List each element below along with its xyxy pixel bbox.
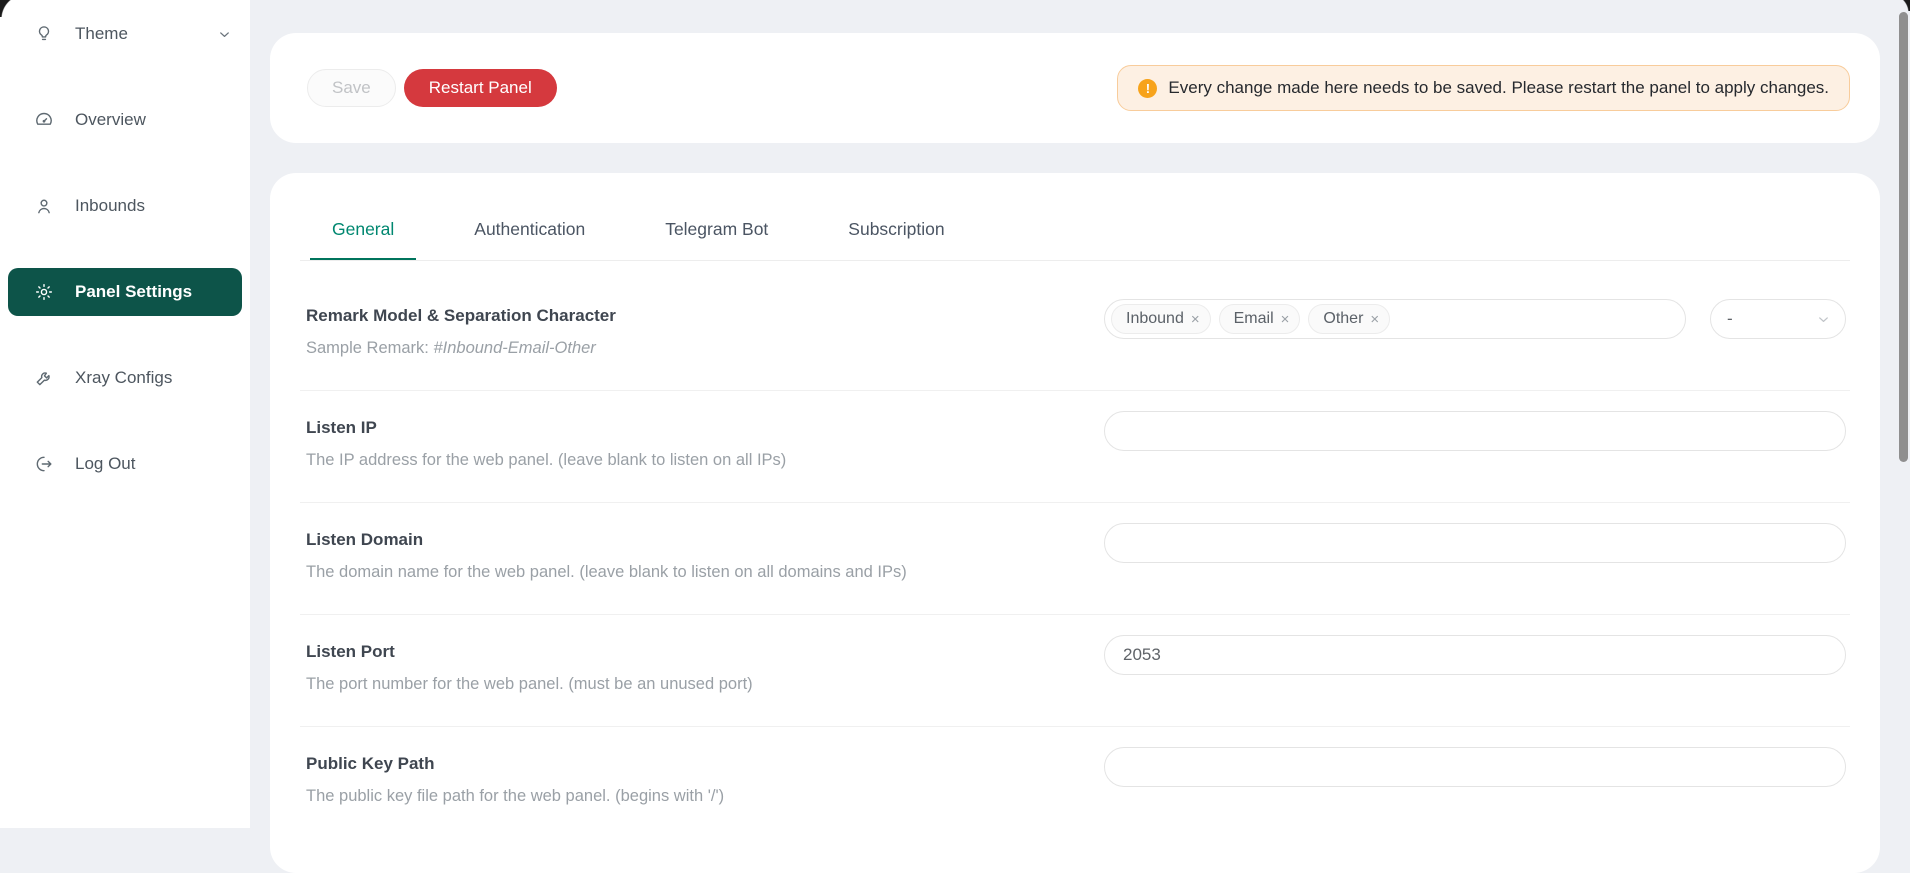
sidebar-item-log-out[interactable]: Log Out — [0, 440, 250, 488]
listen-ip-desc: The IP address for the web panel. (leave… — [306, 448, 1104, 472]
remark-model-title: Remark Model & Separation Character — [306, 305, 1104, 327]
main-content: Save Restart Panel ! Every change made h… — [250, 0, 1910, 828]
window-corner-top-left — [0, 0, 24, 17]
warning-text: Every change made here needs to be saved… — [1168, 78, 1829, 98]
listen-ip-title: Listen IP — [306, 417, 1104, 439]
row-listen-ip: Listen IP The IP address for the web pan… — [300, 391, 1850, 503]
vertical-scrollbar[interactable] — [1899, 12, 1908, 462]
public-key-path-desc: The public key file path for the web pan… — [306, 784, 1104, 808]
sidebar-item-label: Inbounds — [75, 196, 145, 216]
listen-domain-title: Listen Domain — [306, 529, 1104, 551]
chevron-down-icon — [217, 27, 232, 42]
sidebar-item-inbounds[interactable]: Inbounds — [0, 182, 250, 230]
sidebar-item-label: Log Out — [75, 454, 136, 474]
restart-warning-alert: ! Every change made here needs to be sav… — [1117, 65, 1850, 111]
tag-inbound: Inbound × — [1111, 304, 1211, 334]
tab-telegram-bot[interactable]: Telegram Bot — [643, 213, 790, 260]
listen-port-title: Listen Port — [306, 641, 1104, 663]
settings-tabs: General Authentication Telegram Bot Subs… — [300, 213, 1850, 261]
sidebar-item-label: Panel Settings — [75, 282, 192, 302]
window-corner-top-right — [1892, 0, 1910, 11]
tab-authentication[interactable]: Authentication — [452, 213, 607, 260]
gear-icon — [34, 282, 54, 302]
public-key-path-input[interactable] — [1104, 747, 1846, 787]
restart-panel-button[interactable]: Restart Panel — [404, 69, 557, 107]
warning-icon: ! — [1138, 79, 1157, 98]
listen-domain-input[interactable] — [1104, 523, 1846, 563]
sidebar-item-label: Theme — [75, 24, 128, 44]
row-listen-port: Listen Port The port number for the web … — [300, 615, 1850, 727]
public-key-path-title: Public Key Path — [306, 753, 1104, 775]
separation-character-value: - — [1727, 309, 1733, 329]
remark-model-sample: Sample Remark: #Inbound-Email-Other — [306, 336, 1104, 360]
settings-rows: Remark Model & Separation Character Samp… — [300, 261, 1850, 838]
save-button[interactable]: Save — [307, 69, 396, 107]
wrench-icon — [34, 368, 54, 388]
action-bar: Save Restart Panel ! Every change made h… — [270, 33, 1880, 143]
panel-settings-card: General Authentication Telegram Bot Subs… — [270, 173, 1880, 873]
dashboard-icon — [34, 110, 54, 130]
remove-tag-icon[interactable]: × — [1370, 312, 1379, 327]
lightbulb-icon — [34, 24, 54, 44]
tag-other: Other × — [1308, 304, 1390, 334]
tag-email: Email × — [1219, 304, 1301, 334]
listen-port-desc: The port number for the web panel. (must… — [306, 672, 1104, 696]
remove-tag-icon[interactable]: × — [1191, 312, 1200, 327]
listen-domain-desc: The domain name for the web panel. (leav… — [306, 560, 1104, 584]
sample-remark-value: #Inbound-Email-Other — [433, 339, 595, 357]
tab-general[interactable]: General — [310, 213, 416, 260]
sidebar-item-xray-configs[interactable]: Xray Configs — [0, 354, 250, 402]
remark-model-multiselect[interactable]: Inbound × Email × Other × — [1104, 299, 1686, 339]
separation-character-select[interactable]: - — [1710, 299, 1846, 339]
listen-port-input[interactable] — [1104, 635, 1846, 675]
sidebar-item-panel-settings[interactable]: Panel Settings — [8, 268, 242, 316]
tab-subscription[interactable]: Subscription — [826, 213, 966, 260]
sidebar-item-overview[interactable]: Overview — [0, 96, 250, 144]
row-remark-model: Remark Model & Separation Character Samp… — [300, 261, 1850, 391]
row-listen-domain: Listen Domain The domain name for the we… — [300, 503, 1850, 615]
user-icon — [34, 196, 54, 216]
row-public-key-path: Public Key Path The public key file path… — [300, 727, 1850, 838]
sidebar-item-theme[interactable]: Theme — [0, 10, 250, 58]
remove-tag-icon[interactable]: × — [1281, 312, 1290, 327]
sidebar: Theme Overview Inbounds — [0, 0, 250, 828]
sidebar-item-label: Overview — [75, 110, 146, 130]
sidebar-item-label: Xray Configs — [75, 368, 172, 388]
listen-ip-input[interactable] — [1104, 411, 1846, 451]
chevron-down-icon — [1816, 312, 1831, 327]
logout-icon — [34, 454, 54, 474]
